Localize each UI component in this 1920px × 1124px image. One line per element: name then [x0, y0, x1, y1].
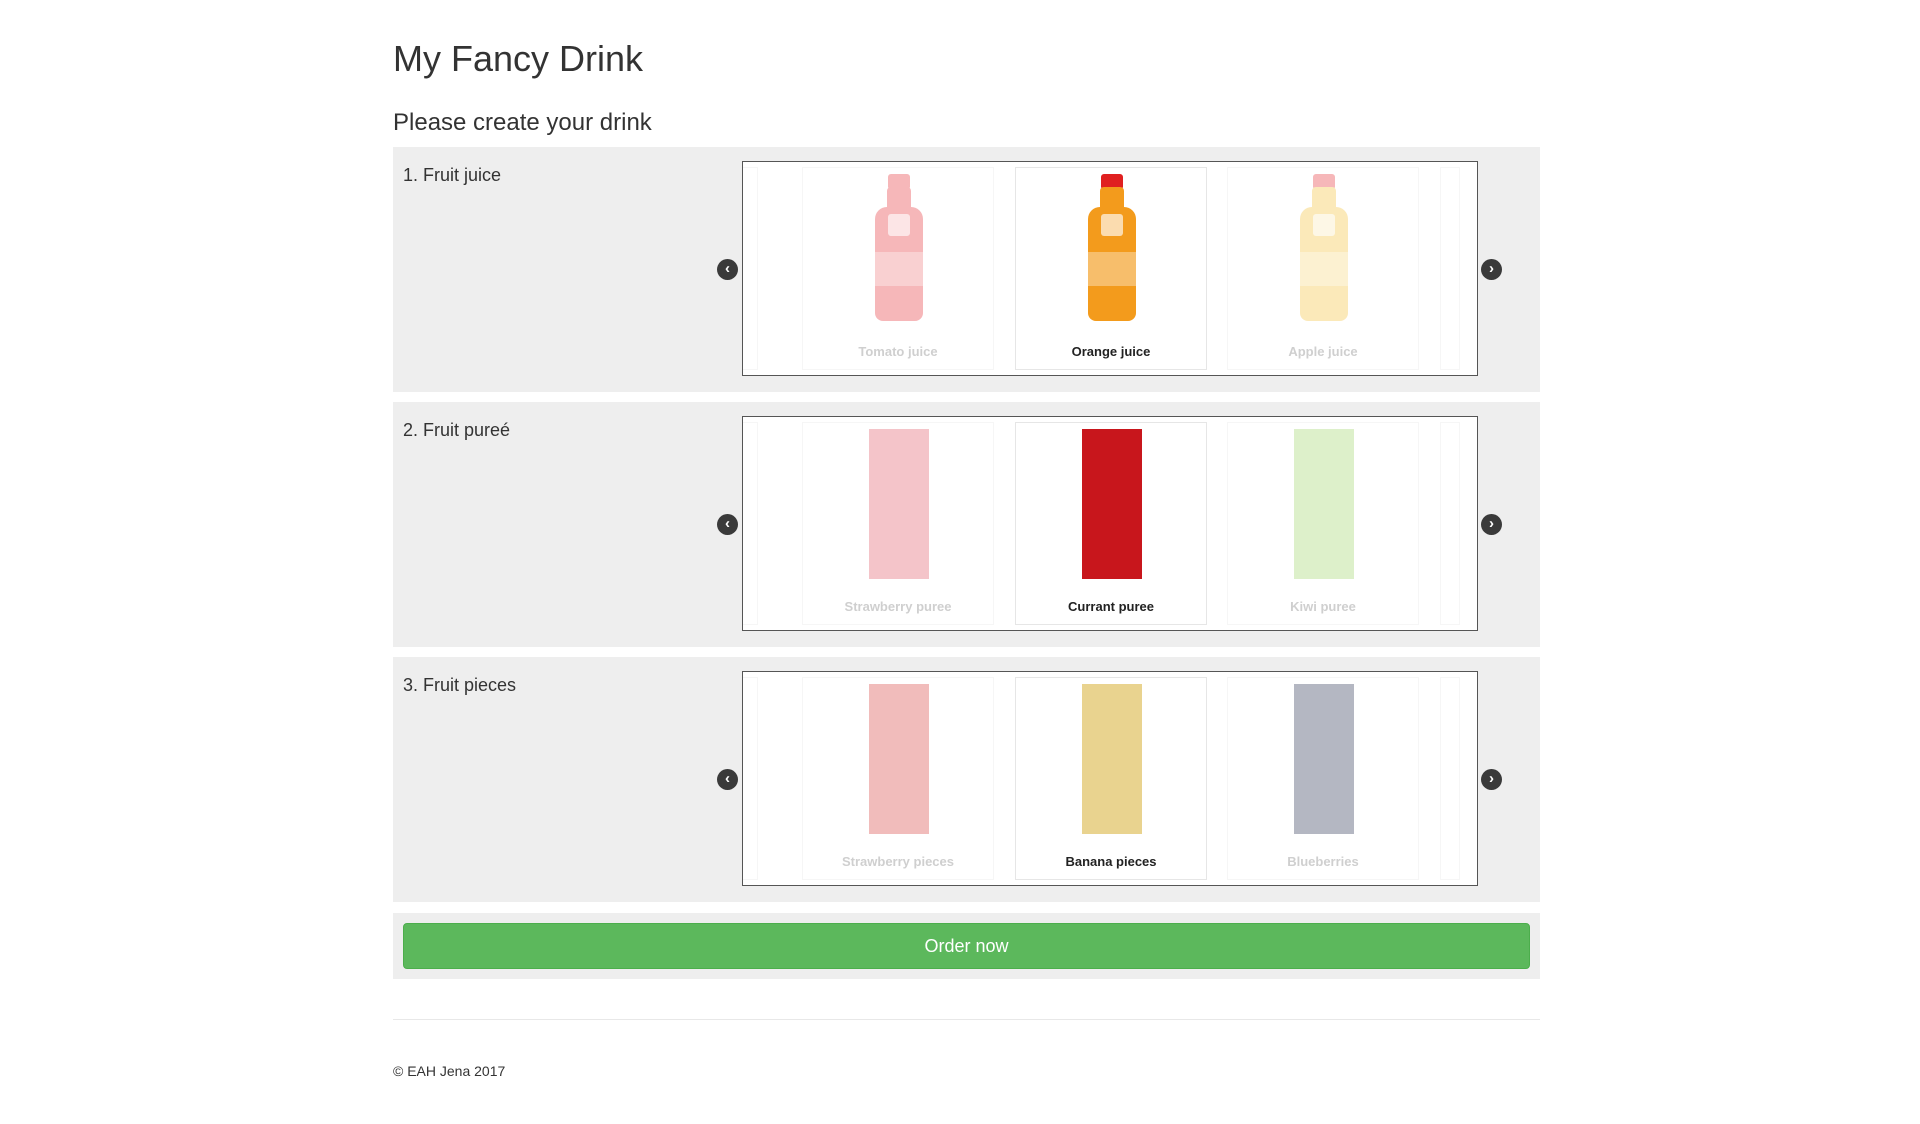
- currant-puree-image: [1082, 429, 1142, 579]
- section-fruit-puree: 2. Fruit pureé ‹ Strawberry puree Curran…: [393, 402, 1540, 647]
- slide-caption: Strawberry pieces: [841, 854, 954, 869]
- chevron-right-icon[interactable]: ›: [1481, 259, 1502, 280]
- carousel-fruit-puree[interactable]: Strawberry puree Currant puree Kiwi pure…: [742, 416, 1478, 631]
- chevron-left-icon[interactable]: ‹: [717, 259, 738, 280]
- slide-caption: Blueberries: [1287, 854, 1359, 869]
- carousel-slide-banana-pieces[interactable]: Banana pieces: [1015, 677, 1207, 880]
- kiwi-puree-image: [1294, 429, 1354, 579]
- slide-caption: Kiwi puree: [1290, 599, 1356, 614]
- section-label: 3. Fruit pieces: [403, 675, 517, 695]
- strawberry-puree-image: [869, 429, 929, 579]
- carousel-slide-apple-juice[interactable]: Apple juice: [1227, 167, 1419, 370]
- carousel-fruit-juice[interactable]: Tomato juice Orange juice Apple juice: [742, 161, 1478, 376]
- blueberries-image: [1294, 684, 1354, 834]
- slide-caption: Currant puree: [1068, 599, 1154, 614]
- order-now-button[interactable]: Order now: [403, 923, 1530, 969]
- carousel-slide-orange-juice[interactable]: Orange juice: [1015, 167, 1207, 370]
- carousel-slide-strawberry-pieces[interactable]: Strawberry pieces: [802, 677, 994, 880]
- carousel-slide-partial: [743, 677, 758, 880]
- section-fruit-pieces: 3. Fruit pieces ‹ Strawberry pieces Bana…: [393, 657, 1540, 902]
- section-label: 1. Fruit juice: [403, 165, 502, 185]
- section-label: 2. Fruit pureé: [403, 420, 511, 440]
- section-fruit-juice: 1. Fruit juice ‹ Tomato juice Orange jui…: [393, 147, 1540, 392]
- carousel-fruit-pieces[interactable]: Strawberry pieces Banana pieces Blueberr…: [742, 671, 1478, 886]
- carousel-slide-kiwi-puree[interactable]: Kiwi puree: [1227, 422, 1419, 625]
- carousel-slide-blueberries[interactable]: Blueberries: [1227, 677, 1419, 880]
- slide-caption: Apple juice: [1288, 344, 1358, 359]
- carousel-slide-partial: [1440, 677, 1460, 880]
- carousel-slide-strawberry-puree[interactable]: Strawberry puree: [802, 422, 994, 625]
- page-title: My Fancy Drink: [393, 38, 644, 79]
- order-section: Order now: [393, 913, 1540, 979]
- chevron-left-icon[interactable]: ‹: [717, 514, 738, 535]
- carousel-slide-currant-puree[interactable]: Currant puree: [1015, 422, 1207, 625]
- slide-caption: Tomato juice: [858, 344, 938, 359]
- footer-copyright: © EAH Jena 2017: [393, 1063, 506, 1079]
- chevron-right-icon[interactable]: ›: [1481, 514, 1502, 535]
- carousel-slide-partial: [743, 422, 758, 625]
- slide-caption: Strawberry puree: [844, 599, 952, 614]
- page-subtitle: Please create your drink: [393, 109, 652, 136]
- tomato-juice-bottle-image: [869, 174, 929, 324]
- apple-juice-bottle-image: [1294, 174, 1354, 324]
- orange-juice-bottle-image: [1082, 174, 1142, 324]
- slide-caption: Orange juice: [1071, 344, 1151, 359]
- carousel-slide-partial: [1440, 167, 1460, 370]
- strawberry-pieces-image: [869, 684, 929, 834]
- chevron-left-icon[interactable]: ‹: [717, 769, 738, 790]
- carousel-slide-tomato-juice[interactable]: Tomato juice: [802, 167, 994, 370]
- banana-pieces-image: [1082, 684, 1142, 834]
- carousel-slide-partial: [743, 167, 758, 370]
- slide-caption: Banana pieces: [1065, 854, 1157, 869]
- chevron-right-icon[interactable]: ›: [1481, 769, 1502, 790]
- carousel-slide-partial: [1440, 422, 1460, 625]
- footer-divider: [393, 1019, 1540, 1020]
